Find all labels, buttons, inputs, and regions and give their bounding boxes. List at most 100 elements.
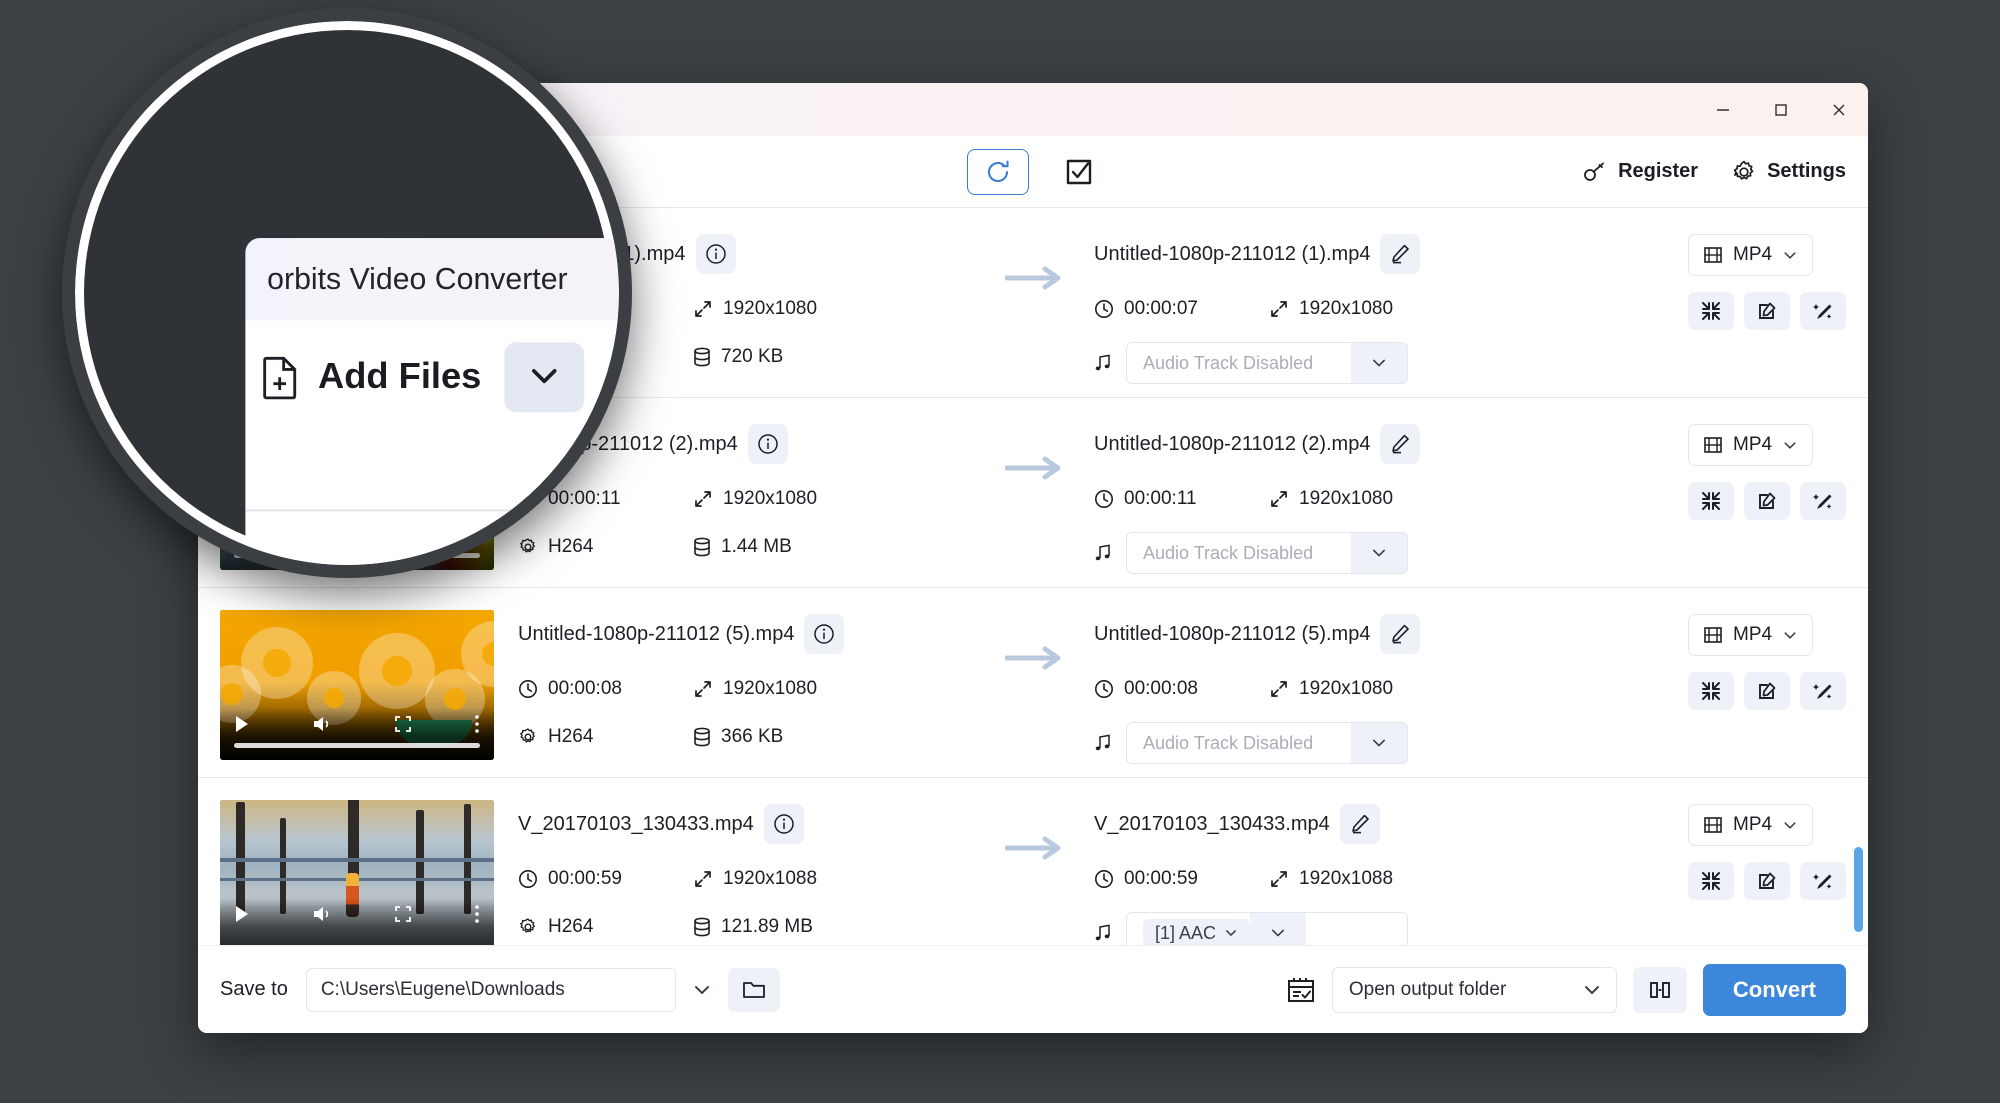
table-row[interactable]: Untitled-1080p-211012 (5).mp4 00:00:08 1…: [198, 588, 1868, 778]
fullscreen-icon[interactable]: [394, 715, 412, 733]
output-info: Untitled-1080p-211012 (1).mp4 00:00:07 1…: [1094, 230, 1524, 384]
window-controls: [1694, 83, 1868, 136]
maximize-button[interactable]: [1752, 83, 1810, 136]
settings-button[interactable]: Settings: [1732, 160, 1846, 184]
lens-global-format-dropdown[interactable]: MP4: [616, 341, 619, 412]
chevron-down-icon: [530, 369, 556, 384]
more-options-icon[interactable]: [474, 714, 480, 734]
more-options-icon[interactable]: [474, 904, 480, 924]
audio-track-value: [1] AAC: [1155, 922, 1217, 943]
scrollbar-thumb[interactable]: [1854, 847, 1863, 932]
rename-button[interactable]: [1380, 234, 1421, 274]
scrollbar-track[interactable]: [1854, 207, 1864, 945]
output-info: Untitled-1080p-211012 (5).mp4 00:00:08 1…: [1094, 610, 1524, 764]
register-button[interactable]: Register: [1583, 160, 1698, 183]
rename-button[interactable]: [1380, 614, 1421, 654]
audio-track-select[interactable]: [1] AAC: [1126, 912, 1408, 945]
output-format-dropdown[interactable]: MP4: [1688, 424, 1814, 466]
enhance-button[interactable]: [1800, 672, 1846, 710]
after-conversion-value: Open output folder: [1348, 978, 1507, 1000]
enhance-button[interactable]: [1800, 482, 1846, 520]
video-thumbnail[interactable]: [220, 800, 494, 945]
audio-track-select[interactable]: Audio Track Disabled: [1126, 532, 1408, 574]
compress-button[interactable]: [1688, 672, 1734, 710]
edit-button[interactable]: [1744, 672, 1790, 710]
chevron-down-icon: [1784, 441, 1796, 449]
output-format-dropdown[interactable]: MP4: [1688, 804, 1814, 846]
rename-button[interactable]: [1339, 804, 1380, 844]
magic-wand-icon: [1813, 684, 1832, 699]
source-size-value: 720 KB: [721, 346, 784, 367]
enhance-button[interactable]: [1800, 292, 1846, 330]
merge-files-button[interactable]: [1632, 966, 1687, 1013]
footer-right-group: Open output folder Convert: [1286, 963, 1846, 1016]
select-all-button[interactable]: [1059, 152, 1099, 192]
compress-button[interactable]: [1688, 482, 1734, 520]
minimize-button[interactable]: [1694, 83, 1752, 136]
video-thumbnail[interactable]: [220, 610, 494, 760]
checkbox-checked-icon: [1066, 159, 1092, 184]
database-icon: [693, 347, 711, 367]
chevron-down-icon[interactable]: [1351, 533, 1407, 573]
gear-icon: [518, 727, 538, 747]
edit-button[interactable]: [1744, 482, 1790, 520]
compress-button[interactable]: [1688, 292, 1734, 330]
audio-track-row: [1] AAC: [1094, 912, 1524, 945]
play-icon[interactable]: [234, 905, 250, 923]
save-to-label: Save to: [220, 978, 288, 1000]
compress-button[interactable]: [1688, 862, 1734, 900]
source-resolution-value: 1920x1080: [723, 298, 818, 319]
after-conversion-select[interactable]: Open output folder: [1331, 966, 1617, 1013]
volume-icon[interactable]: [312, 715, 332, 733]
source-resolution-value: 1920x1080: [723, 678, 818, 699]
table-row[interactable]: V_20170103_130433.mp4 00:00:59 1920x1088: [198, 778, 1868, 945]
clock-icon: [1094, 869, 1114, 889]
output-format-dropdown[interactable]: MP4: [1688, 614, 1814, 656]
output-duration: 00:00:08: [1094, 678, 1269, 700]
output-format-dropdown[interactable]: MP4: [1688, 234, 1814, 276]
audio-track-row: Audio Track Disabled: [1094, 722, 1524, 764]
lens-body: Download NOW ing a link below: [245, 431, 619, 565]
audio-track-value: Audio Track Disabled: [1143, 542, 1314, 563]
enhance-button[interactable]: [1800, 862, 1846, 900]
audio-track-select[interactable]: Audio Track Disabled: [1126, 722, 1408, 764]
source-resolution-value: 1920x1088: [723, 868, 818, 889]
chevron-down-icon[interactable]: [1250, 913, 1307, 945]
source-file-name: Untitled-1080p-211012 (5).mp4: [518, 622, 795, 645]
chevron-down-icon[interactable]: [1351, 343, 1407, 383]
convert-button[interactable]: Convert: [1702, 963, 1846, 1016]
clock-icon: [1094, 679, 1114, 699]
lens-add-files-dropdown-toggle[interactable]: [503, 341, 584, 412]
source-duration-value: 00:00:08: [548, 678, 622, 699]
fullscreen-icon[interactable]: [394, 905, 412, 923]
chevron-down-icon[interactable]: [1351, 723, 1407, 763]
edit-button[interactable]: [1744, 862, 1790, 900]
chevron-down-icon: [1584, 985, 1599, 994]
file-info-button[interactable]: [804, 614, 845, 654]
file-info-button[interactable]: [747, 424, 788, 464]
file-info-button[interactable]: [695, 234, 736, 274]
thumbnail-progress[interactable]: [234, 743, 480, 748]
database-icon: [693, 727, 711, 747]
browse-folder-button[interactable]: [727, 967, 780, 1012]
lens-add-files-button[interactable]: Add Files: [260, 353, 481, 399]
play-icon[interactable]: [234, 715, 250, 733]
chevron-down-icon: [1784, 251, 1796, 259]
output-duration: 00:00:07: [1094, 298, 1269, 320]
clock-icon: [1094, 489, 1114, 509]
audio-track-tag[interactable]: [1] AAC: [1143, 918, 1251, 945]
file-info-button[interactable]: [763, 804, 804, 844]
music-note-icon: [1094, 733, 1114, 753]
close-button[interactable]: [1810, 83, 1868, 136]
save-path-dropdown[interactable]: [676, 983, 728, 997]
output-duration: 00:00:11: [1094, 488, 1269, 510]
audio-track-select[interactable]: Audio Track Disabled: [1126, 342, 1408, 384]
rename-button[interactable]: [1380, 424, 1421, 464]
compress-icon: [1702, 302, 1720, 320]
chevron-down-icon: [694, 985, 709, 994]
edit-button[interactable]: [1744, 292, 1790, 330]
convert-mode-button[interactable]: [967, 148, 1029, 195]
clock-icon: [1094, 299, 1114, 319]
volume-icon[interactable]: [312, 905, 332, 923]
save-path-input[interactable]: C:\Users\Eugene\Downloads: [305, 967, 676, 1012]
